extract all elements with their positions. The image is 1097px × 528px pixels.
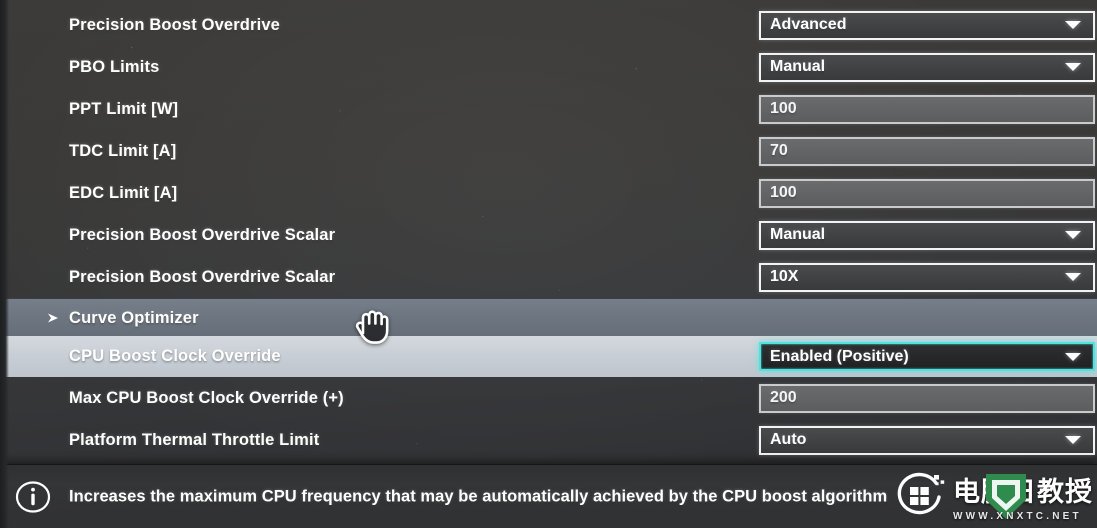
setting-row[interactable]: Precision Boost Overdrive Scalar 10X: [0, 256, 1097, 298]
submenu-arrow-icon: [46, 311, 60, 325]
setting-label: Max CPU Boost Clock Override (+): [69, 388, 344, 407]
chevron-down-icon[interactable]: [1065, 231, 1081, 239]
chevron-down-icon[interactable]: [1065, 352, 1081, 361]
setting-label: EDC Limit [A]: [69, 183, 178, 202]
setting-row[interactable]: Platform Thermal Throttle Limit Auto: [0, 419, 1097, 461]
watermark-url-text: WWW.XNXTC.NET: [953, 511, 1082, 522]
setting-value: 200: [770, 389, 797, 406]
setting-row[interactable]: PBO Limits Manual: [0, 46, 1097, 88]
setting-label: Precision Boost Overdrive Scalar: [69, 267, 336, 286]
grid-circle-logo-icon: [897, 472, 945, 515]
setting-text-input[interactable]: 100: [759, 94, 1095, 124]
setting-value: 70: [770, 142, 788, 159]
setting-row[interactable]: Curve Optimizer: [0, 298, 1097, 338]
setting-value: Manual: [770, 58, 826, 75]
setting-row[interactable]: EDC Limit [A] 100: [0, 172, 1097, 214]
setting-row[interactable]: CPU Boost Clock Override Enabled (Positiv…: [0, 336, 1097, 377]
settings-list: Precision Boost Overdrive Advanced PBO Lim…: [0, 0, 1097, 464]
info-circle-icon: [15, 480, 51, 513]
chevron-down-icon[interactable]: [1065, 63, 1081, 71]
setting-dropdown[interactable]: Auto: [759, 425, 1095, 455]
bios-screen: Precision Boost Overdrive Advanced PBO Lim…: [0, 0, 1097, 528]
setting-value: Enabled (Positive): [770, 347, 909, 365]
setting-value: Advanced: [770, 16, 847, 33]
setting-label: CPU Boost Clock Override: [69, 347, 281, 365]
setting-value: Manual: [770, 226, 826, 243]
setting-dropdown[interactable]: 10X: [759, 262, 1095, 292]
setting-row[interactable]: Max CPU Boost Clock Override (+) 200: [0, 377, 1097, 419]
setting-label: Precision Boost Overdrive Scalar: [69, 225, 336, 244]
setting-value: 100: [770, 100, 797, 117]
setting-row[interactable]: PPT Limit [W] 100: [0, 88, 1097, 130]
setting-label: PBO Limits: [69, 57, 160, 76]
setting-dropdown[interactable]: Manual: [759, 220, 1095, 250]
setting-label: PPT Limit [W]: [69, 99, 179, 118]
chevron-down-icon[interactable]: [1065, 436, 1081, 444]
chevron-down-icon[interactable]: [1065, 21, 1081, 29]
setting-value: Auto: [770, 431, 807, 448]
setting-value: 10X: [770, 268, 799, 285]
setting-text-input[interactable]: 100: [759, 178, 1095, 208]
setting-row[interactable]: Precision Boost Overdrive Scalar Manual: [0, 214, 1097, 256]
setting-row[interactable]: TDC Limit [A] 70: [0, 130, 1097, 172]
setting-row[interactable]: Precision Boost Overdrive Advanced: [0, 4, 1097, 46]
setting-dropdown[interactable]: Manual: [759, 52, 1095, 82]
setting-label: TDC Limit [A]: [69, 141, 177, 160]
setting-label: Platform Thermal Throttle Limit: [69, 430, 320, 449]
setting-value: 100: [770, 184, 797, 201]
setting-text-input[interactable]: 200: [759, 383, 1095, 413]
setting-dropdown[interactable]: Enabled (Positive): [759, 342, 1095, 371]
setting-label: Curve Optimizer: [69, 308, 199, 327]
setting-dropdown[interactable]: Advanced: [759, 10, 1095, 40]
site-watermark: 电脑日教授 WWW.XNXTC.NET: [889, 466, 1095, 526]
setting-label: Precision Boost Overdrive: [69, 15, 280, 34]
chevron-down-icon[interactable]: [1065, 273, 1081, 281]
help-text: Increases the maximum CPU frequency that…: [69, 487, 888, 505]
setting-text-input[interactable]: 70: [759, 136, 1095, 166]
